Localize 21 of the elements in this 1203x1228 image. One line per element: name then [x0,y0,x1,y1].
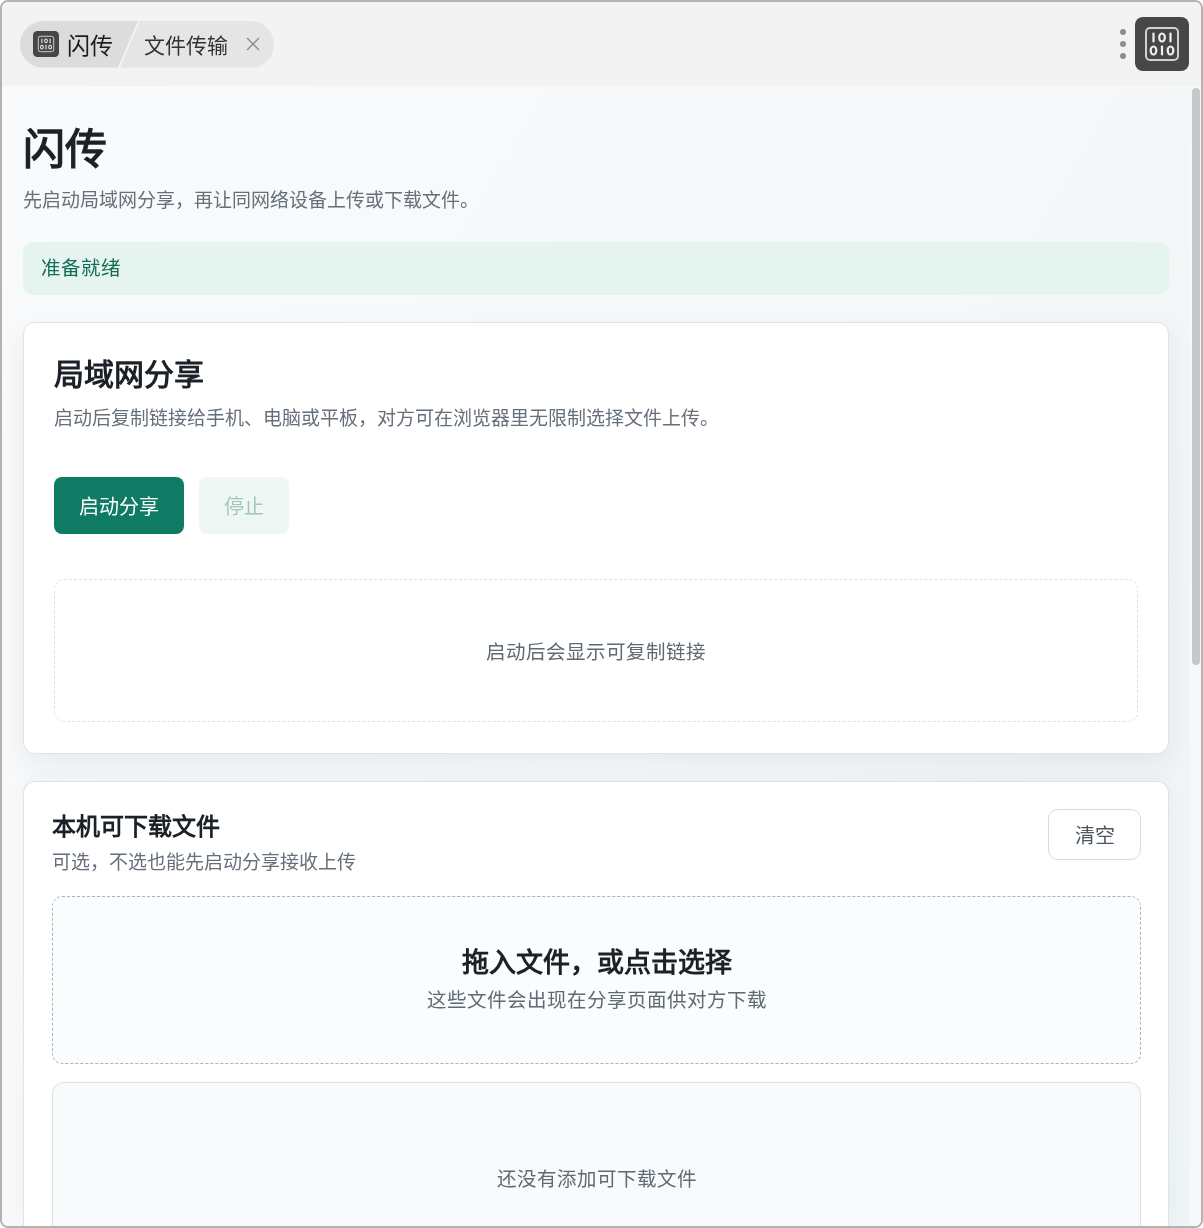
card-title: 局域网分享 [54,356,205,394]
empty-list-text: 还没有添加可下载文件 [496,1167,697,1193]
page-subtitle: 先启动局域网分享，再让同网络设备上传或下载文件。 [23,188,480,213]
clear-button[interactable]: 清空 [1048,809,1141,860]
binary-icon [1145,27,1179,61]
section-subtitle: 可选，不选也能先启动分享接收上传 [52,850,356,875]
page-title: 闪传 [23,124,108,176]
link-field[interactable]: 启动后会显示可复制链接 [54,579,1138,722]
drop-zone-hint: 这些文件会出现在分享页面供对方下载 [426,988,767,1014]
tab[interactable]: 文件传输 [120,20,274,68]
app-name: 闪传 [67,32,113,61]
scrollbar-thumb[interactable] [1192,88,1200,665]
more-icon[interactable] [1120,29,1126,59]
drop-zone-title: 拖入文件，或点击选择 [461,946,732,980]
app-icon-button[interactable] [1135,17,1189,71]
file-drop-zone[interactable]: 拖入文件，或点击选择 这些文件会出现在分享页面供对方下载 [52,896,1141,1064]
binary-icon [33,31,59,57]
primary-button[interactable]: 启动分享 [54,477,184,534]
status-message: 准备就绪 [23,242,1169,295]
section-title: 本机可下载文件 [52,812,221,843]
card-description: 启动后复制链接给手机、电脑或平板，对方可在浏览器里无限制选择文件上传。 [54,406,720,431]
